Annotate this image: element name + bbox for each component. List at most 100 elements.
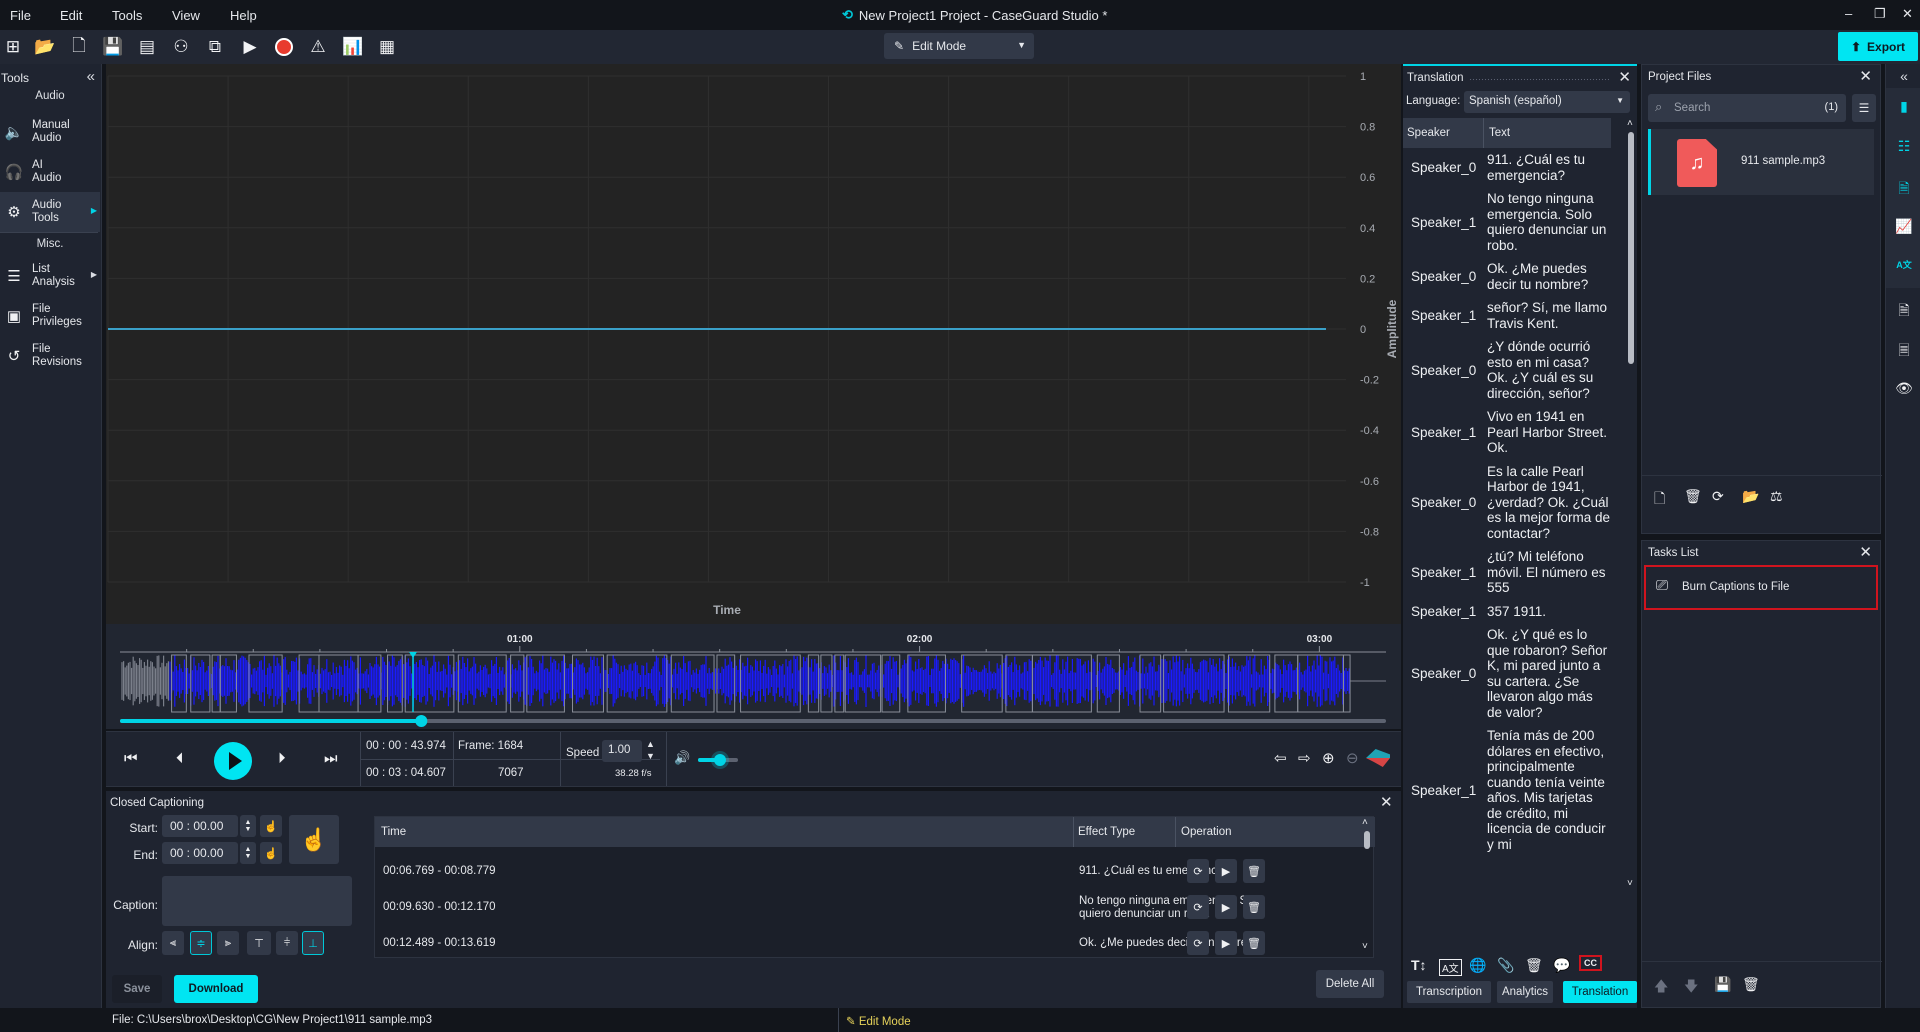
scroll-left-icon[interactable]: ⇦ — [1274, 749, 1287, 767]
menu-edit[interactable]: Edit — [60, 8, 82, 23]
eye-icon[interactable]: 👁 — [1894, 380, 1914, 397]
folder-open-icon[interactable]: 📂 — [1742, 488, 1759, 505]
refresh-icon[interactable]: ⟳ — [1712, 488, 1724, 505]
caption-row[interactable]: 00:12.489 - 00:13.619 Ok. ¿Me puedes dec… — [375, 925, 1375, 961]
tab-translation[interactable]: Translation — [1563, 981, 1637, 1003]
translation-row[interactable]: Speaker_1 Tenía más de 200 dólares en efe… — [1403, 724, 1611, 856]
save-icon[interactable]: 💾 — [1714, 976, 1731, 993]
translation-row[interactable]: Speaker_1 357 1911. — [1403, 600, 1611, 624]
translation-row[interactable]: Speaker_0 Es la calle Pearl Harbor de 194… — [1403, 460, 1611, 546]
align-right-icon[interactable]: ⫸ — [217, 931, 239, 955]
caption-segment[interactable] — [1227, 654, 1271, 713]
add-file-icon[interactable]: 🗋 — [66, 34, 92, 60]
sync-icon[interactable]: ⟳ — [1187, 931, 1209, 955]
align-middle-icon[interactable]: ⫩ — [276, 931, 298, 955]
align-center-icon[interactable]: ≑ — [190, 931, 212, 955]
project-files-icon[interactable]: ▮ — [1894, 98, 1914, 115]
align-top-icon[interactable]: ⊤ — [247, 931, 271, 955]
tool-file-revisions[interactable]: ↺ File Revisions — [0, 336, 100, 376]
report-icon[interactable]: 📊 — [340, 34, 366, 60]
seek-handle[interactable] — [415, 715, 428, 727]
translation-row[interactable]: Speaker_0 Ok. ¿Y qué es lo que robaron? S… — [1403, 623, 1611, 724]
attachment-icon[interactable]: 📎 — [1497, 957, 1514, 974]
end-stepper[interactable]: ▲ ▼ — [240, 842, 256, 864]
volume-slider[interactable] — [698, 754, 738, 766]
caption-input[interactable] — [162, 876, 352, 926]
menu-tools[interactable]: Tools — [112, 8, 142, 23]
tool-audio-tools[interactable]: ⚙ Audio Tools ▶ — [0, 192, 100, 232]
scroll-up-icon[interactable]: ˄ — [1627, 118, 1633, 129]
sync-icon[interactable]: ⟳ — [1187, 859, 1209, 883]
analytics-icon[interactable]: 📈 — [1894, 218, 1914, 235]
translate-icon[interactable]: A文 — [1894, 258, 1914, 271]
archive-icon[interactable]: ▤ — [134, 34, 160, 60]
volume-icon[interactable]: 🔊 — [674, 750, 690, 766]
calendar-icon[interactable]: ▦ — [374, 34, 400, 60]
speed-input[interactable]: 1.00 — [602, 740, 642, 762]
save-button[interactable]: Save — [112, 975, 162, 1003]
tasks-list-icon[interactable]: ☷ — [1894, 138, 1914, 155]
previous-frame-icon[interactable]: ⏴ — [176, 750, 184, 767]
tool-list-analysis[interactable]: ☰ List Analysis ▶ — [0, 256, 100, 296]
scroll-right-icon[interactable]: ⇨ — [1298, 749, 1311, 767]
menu-file[interactable]: File — [10, 8, 31, 23]
scroll-thumb[interactable] — [1628, 132, 1634, 364]
play-caption-icon[interactable]: ▶ — [1215, 931, 1237, 955]
close-project-files-icon[interactable]: ✕ — [1859, 67, 1872, 85]
task-item[interactable]: ⎚ Burn Captions to File — [1644, 565, 1878, 610]
add-comment-icon[interactable]: 💬 — [1553, 957, 1570, 974]
search-input[interactable]: ⌕ Search (1) — [1648, 94, 1846, 122]
delete-all-button[interactable]: Delete All — [1316, 970, 1384, 998]
scroll-down-icon[interactable]: ˅ — [1362, 941, 1368, 952]
export-button[interactable]: ⬆ Export — [1838, 32, 1918, 61]
trash-icon[interactable]: 🗑 — [1742, 976, 1760, 993]
zoom-in-icon[interactable]: ⊕ — [1322, 749, 1335, 767]
speed-down-icon[interactable]: ▼ — [646, 751, 655, 761]
start-time-input[interactable]: 00 : 00.00 — [162, 815, 238, 837]
caption-row[interactable]: 00:06.769 - 00:08.779 911. ¿Cuál es tu e… — [375, 853, 1375, 889]
translation-row[interactable]: Speaker_0 Ok. ¿Me puedes decir tu nombre? — [1403, 257, 1611, 296]
collapse-icon[interactable]: « — [1894, 68, 1914, 84]
file-info-icon[interactable]: 🗎 — [1894, 300, 1914, 324]
move-down-icon[interactable]: 🡇 — [1684, 976, 1698, 1000]
translation-scrollbar[interactable]: ˄ ˅ — [1625, 118, 1637, 893]
move-up-icon[interactable]: 🡅 — [1654, 976, 1668, 1000]
waveform-svg[interactable]: 01:00 02:00 03:00 — [106, 624, 1401, 729]
download-button[interactable]: Download — [174, 975, 258, 1003]
translation-row[interactable]: Speaker_0 911. ¿Cuál es tu emergencia? — [1403, 148, 1611, 187]
translation-row[interactable]: Speaker_1 Vivo en 1941 en Pearl Harbor St… — [1403, 405, 1611, 460]
play-caption-icon[interactable]: ▶ — [1215, 895, 1237, 919]
trash-icon[interactable]: 🗑 — [1684, 488, 1702, 505]
start-stepper[interactable]: ▲ ▼ — [240, 815, 256, 837]
copy-add-icon[interactable]: ⧉ — [202, 34, 228, 60]
tab-analytics[interactable]: Analytics — [1497, 981, 1553, 1003]
people-icon[interactable]: ⚇ — [168, 34, 194, 60]
close-cc-icon[interactable]: ✕ — [1380, 793, 1393, 811]
skip-to-start-icon[interactable]: ⏮ — [124, 750, 138, 767]
trash-icon[interactable]: 🗑 — [1243, 931, 1265, 955]
tool-ai-audio[interactable]: 🎧 AI Audio — [0, 152, 100, 192]
translation-row[interactable]: Speaker_1 No tengo ninguna emergencia. So… — [1403, 187, 1611, 257]
translation-row[interactable]: Speaker_0 ¿Y dónde ocurrió esto en mi cas… — [1403, 335, 1611, 405]
record-icon[interactable] — [271, 34, 297, 60]
close-translation-icon[interactable]: ✕ — [1618, 68, 1631, 86]
tool-manual-audio[interactable]: 🔈 Manual Audio — [0, 112, 100, 152]
skip-to-end-icon[interactable]: ⏭ — [324, 750, 338, 767]
tab-transcription[interactable]: Transcription — [1407, 981, 1491, 1003]
document-icon[interactable]: 🗏 — [1894, 340, 1914, 364]
zoom-out-icon[interactable]: ⊖ — [1346, 749, 1359, 767]
open-folder-icon[interactable]: 📂 — [32, 34, 58, 60]
filter-button[interactable]: ☰ — [1852, 94, 1876, 122]
waveform-timeline[interactable]: 01:00 02:00 03:00 — [106, 624, 1401, 729]
tap-timer-icon[interactable]: ☝ — [289, 815, 339, 864]
set-end-pointer-icon[interactable]: ☝ — [260, 842, 282, 864]
sync-icon[interactable]: ⟳ — [1187, 895, 1209, 919]
speed-up-icon[interactable]: ▲ — [646, 739, 655, 749]
translate-icon[interactable]: A文 — [1439, 959, 1462, 976]
waveform-mode-icon[interactable] — [1366, 749, 1390, 767]
trash-icon[interactable]: 🗑 — [1525, 957, 1543, 974]
scroll-down-icon[interactable]: ˅ — [1627, 878, 1633, 889]
save-icon[interactable]: 💾 — [100, 34, 126, 60]
minimize-button[interactable]: – — [1845, 6, 1852, 21]
next-frame-icon[interactable]: ⏵ — [278, 750, 286, 767]
